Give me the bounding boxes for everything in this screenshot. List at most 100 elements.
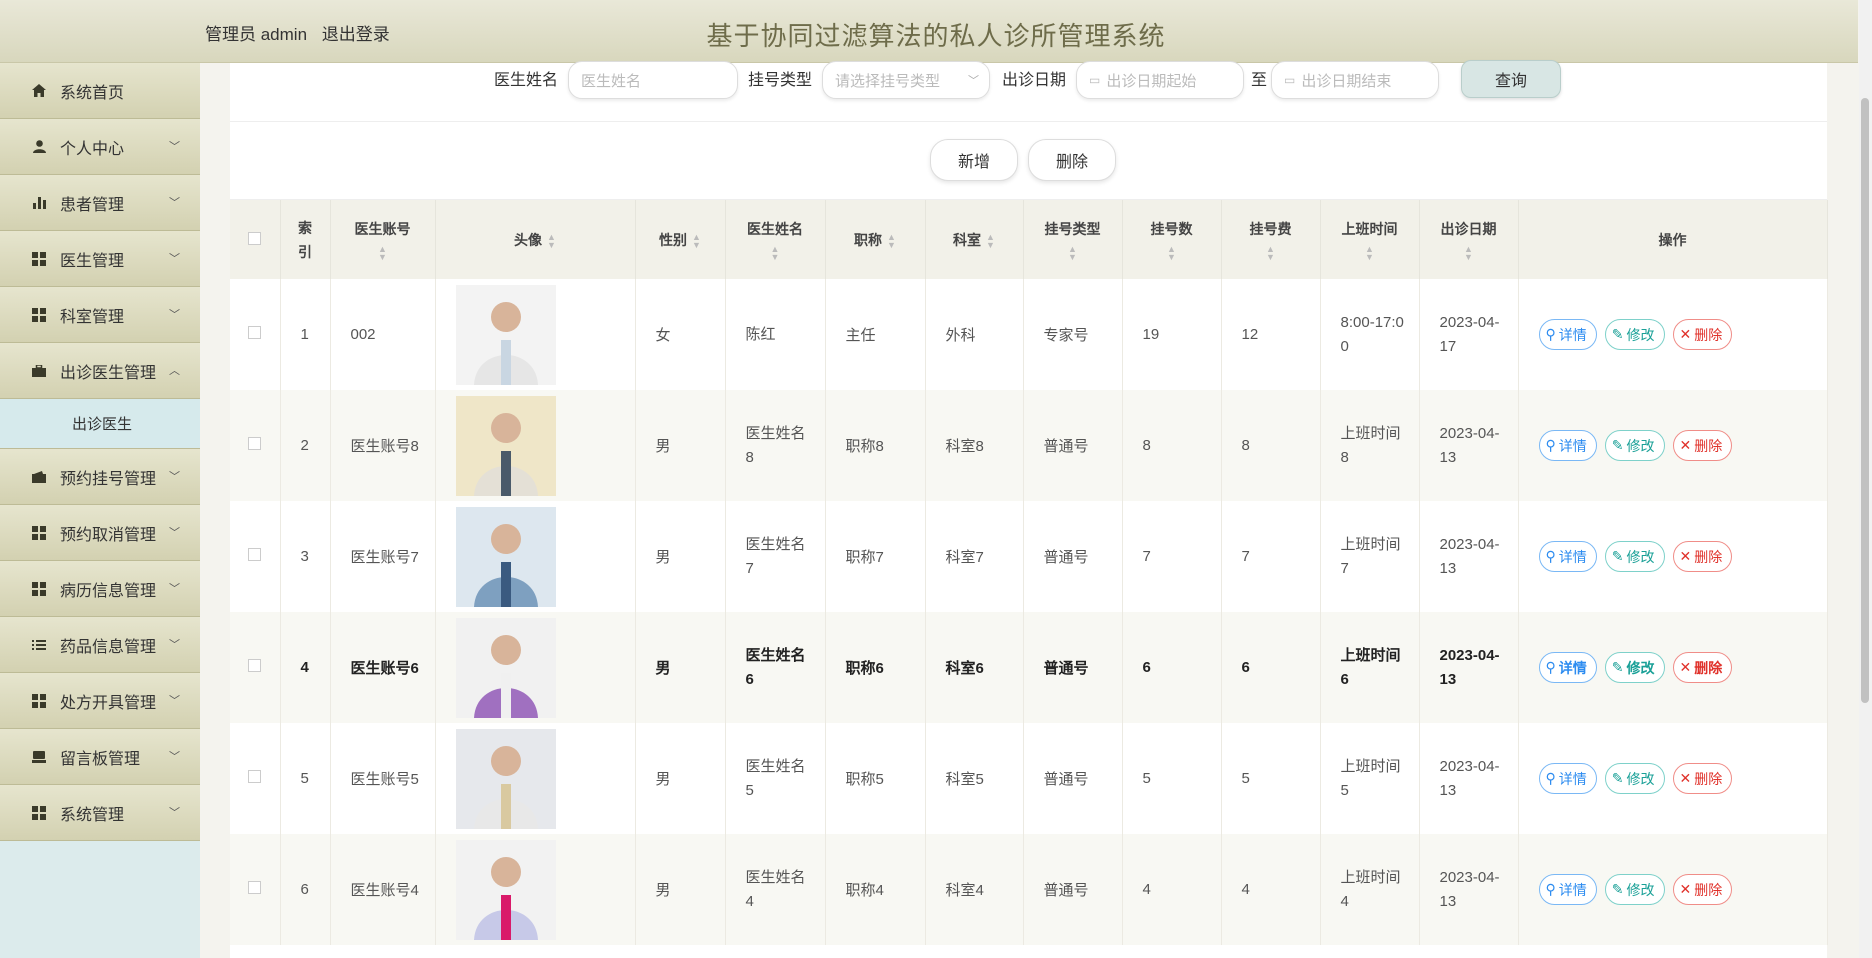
- detail-button[interactable]: ⚲ 详情: [1538, 874, 1597, 905]
- sidebar-subitem-visiting-doctor[interactable]: 出诊医生: [0, 399, 200, 449]
- close-icon: ✕: [1679, 548, 1692, 564]
- drive-icon: [32, 750, 46, 764]
- index-cell: 3: [280, 501, 331, 612]
- select-all-checkbox[interactable]: [248, 231, 262, 245]
- chevron-down-icon: ﹀: [169, 197, 180, 209]
- detail-label: 详情: [1558, 659, 1587, 676]
- edit-button[interactable]: ✎ 修改: [1604, 430, 1665, 461]
- sort-icon: ▲ ▼: [1365, 243, 1374, 262]
- table-row: 2 医生账号8 男医生姓名8 职称8 科室8 普通号 8 8 上班时间8 2023-04-13 ⚲ 详…: [230, 390, 1828, 501]
- sidebar-item-system[interactable]: 系统管理 ﹀: [0, 785, 200, 841]
- edit-button[interactable]: ✎ 修改: [1604, 652, 1665, 683]
- detail-button[interactable]: ⚲ 详情: [1538, 763, 1597, 794]
- delete-label: 删除: [1694, 326, 1723, 343]
- index-cell: 5: [280, 723, 331, 834]
- page-scrollbar[interactable]: [1859, 0, 1872, 958]
- ops-cell: ⚲ 详情 ✎ 修改 ✕ 删除: [1518, 723, 1828, 834]
- chevron-up-icon: ︿: [169, 365, 180, 377]
- col-header-fee[interactable]: 挂号费 ▲ ▼: [1221, 200, 1321, 279]
- sidebar-item-personal[interactable]: 个人中心 ﹀: [0, 119, 200, 175]
- account-cell: 医生账号7: [330, 501, 436, 612]
- col-header-avatar[interactable]: 头像 ▲ ▼: [435, 200, 636, 279]
- delete-label: 删除: [1694, 659, 1723, 676]
- table-row: 4 医生账号6 男医生姓名6 职称6 科室6 普通号 6 6 上班时间6 2023-04-13 ⚲ 详…: [230, 612, 1828, 723]
- bar-chart-icon: [32, 196, 46, 210]
- col-header-date[interactable]: 出诊日期 ▲ ▼: [1419, 200, 1519, 279]
- sidebar-item-doctors[interactable]: 医生管理 ﹀: [0, 231, 200, 287]
- col-header-gender[interactable]: 性别 ▲ ▼: [635, 200, 726, 279]
- col-header-name[interactable]: 医生姓名 ▲ ▼: [725, 200, 826, 279]
- delete-button[interactable]: ✕ 删除: [1672, 874, 1733, 905]
- delete-label: 删除: [1694, 770, 1723, 787]
- chevron-down-icon: ﹀: [169, 695, 180, 707]
- detail-button[interactable]: ⚲ 详情: [1538, 652, 1597, 683]
- col-header-type[interactable]: 挂号类型 ▲ ▼: [1023, 200, 1123, 279]
- batch-delete-button[interactable]: 删除: [1028, 139, 1116, 181]
- delete-button[interactable]: ✕ 删除: [1672, 319, 1733, 350]
- edit-button[interactable]: ✎ 修改: [1604, 319, 1665, 350]
- row-checkbox[interactable]: [248, 326, 261, 339]
- col-header-account[interactable]: 医生账号 ▲ ▼: [330, 200, 436, 279]
- doctor-name-input[interactable]: 医生姓名: [568, 61, 738, 99]
- edit-button[interactable]: ✎ 修改: [1604, 763, 1665, 794]
- col-header-title[interactable]: 职称 ▲ ▼: [825, 200, 926, 279]
- delete-button[interactable]: ✕ 删除: [1672, 541, 1733, 572]
- delete-label: 删除: [1694, 548, 1723, 565]
- sidebar-item-records[interactable]: 病历信息管理 ﹀: [0, 561, 200, 617]
- doctor-photo: [455, 839, 556, 940]
- gender-cell: 男: [635, 612, 726, 723]
- sidebar-item-label: 药品信息管理: [60, 638, 157, 656]
- sidebar-item-appointments[interactable]: 预约挂号管理 ﹀: [0, 449, 200, 505]
- add-button[interactable]: 新增: [930, 139, 1018, 181]
- sidebar-item-prescriptions[interactable]: 处方开具管理 ﹀: [0, 673, 200, 729]
- search-icon: ⚲: [1545, 881, 1556, 897]
- sidebar-item-label: 留言板管理: [60, 750, 141, 768]
- sidebar-item-messages[interactable]: 留言板管理 ﹀: [0, 729, 200, 785]
- time-cell: 上班时间5: [1320, 723, 1420, 834]
- col-header-index: 索引: [280, 200, 331, 279]
- row-checkbox[interactable]: [248, 548, 261, 561]
- reg-type-select[interactable]: 请选择挂号类型 ﹀: [822, 61, 990, 99]
- col-header-time[interactable]: 上班时间 ▲ ▼: [1320, 200, 1420, 279]
- row-checkbox[interactable]: [248, 659, 261, 672]
- sidebar-item-home[interactable]: 系统首页: [0, 63, 200, 119]
- edit-button[interactable]: ✎ 修改: [1604, 874, 1665, 905]
- sidebar-item-label: 患者管理: [60, 196, 125, 214]
- time-cell: 8:00-17:00: [1320, 279, 1420, 390]
- date-start-input[interactable]: ▭ 出诊日期起始: [1076, 61, 1244, 99]
- title-header-label: 职称: [854, 231, 883, 248]
- count-cell: 8: [1122, 390, 1222, 501]
- query-button[interactable]: 查询: [1461, 60, 1561, 98]
- delete-button[interactable]: ✕ 删除: [1672, 763, 1733, 794]
- sort-icon: ▲ ▼: [1464, 243, 1473, 262]
- detail-button[interactable]: ⚲ 详情: [1538, 430, 1597, 461]
- chevron-down-icon: ﹀: [169, 807, 180, 819]
- sidebar-item-visiting-doctors[interactable]: 出诊医生管理 ︿: [0, 343, 200, 399]
- chevron-down-icon: ﹀: [169, 639, 180, 651]
- detail-button[interactable]: ⚲ 详情: [1538, 541, 1597, 572]
- delete-button[interactable]: ✕ 删除: [1672, 652, 1733, 683]
- col-header-dept[interactable]: 科室 ▲ ▼: [925, 200, 1024, 279]
- col-header-count[interactable]: 挂号数 ▲ ▼: [1122, 200, 1222, 279]
- scrollbar-thumb[interactable]: [1861, 98, 1869, 703]
- sidebar-item-cancellations[interactable]: 预约取消管理 ﹀: [0, 505, 200, 561]
- sidebar-item-label: 个人中心: [60, 140, 125, 158]
- delete-button[interactable]: ✕ 删除: [1672, 430, 1733, 461]
- list-icon: [32, 638, 46, 652]
- doctor-photo: [455, 395, 556, 496]
- sidebar-item-medicines[interactable]: 药品信息管理 ﹀: [0, 617, 200, 673]
- date-end-input[interactable]: ▭ 出诊日期结束: [1271, 61, 1439, 99]
- doctor-photo: [455, 728, 556, 829]
- row-checkbox[interactable]: [248, 881, 261, 894]
- detail-button[interactable]: ⚲ 详情: [1538, 319, 1597, 350]
- table-row: 1 002 女陈红 主任 外科 专家号 19 12 8:00-17:00 2023-04-17 ⚲ 详…: [230, 279, 1828, 390]
- row-select-cell: [230, 501, 281, 612]
- chevron-down-icon: ﹀: [968, 75, 979, 87]
- edit-button[interactable]: ✎ 修改: [1604, 541, 1665, 572]
- sidebar-item-patients[interactable]: 患者管理 ﹀: [0, 175, 200, 231]
- row-checkbox[interactable]: [248, 770, 261, 783]
- doctor-photo: [455, 617, 556, 718]
- detail-label: 详情: [1558, 326, 1587, 343]
- sidebar-item-departments[interactable]: 科室管理 ﹀: [0, 287, 200, 343]
- row-checkbox[interactable]: [248, 437, 261, 450]
